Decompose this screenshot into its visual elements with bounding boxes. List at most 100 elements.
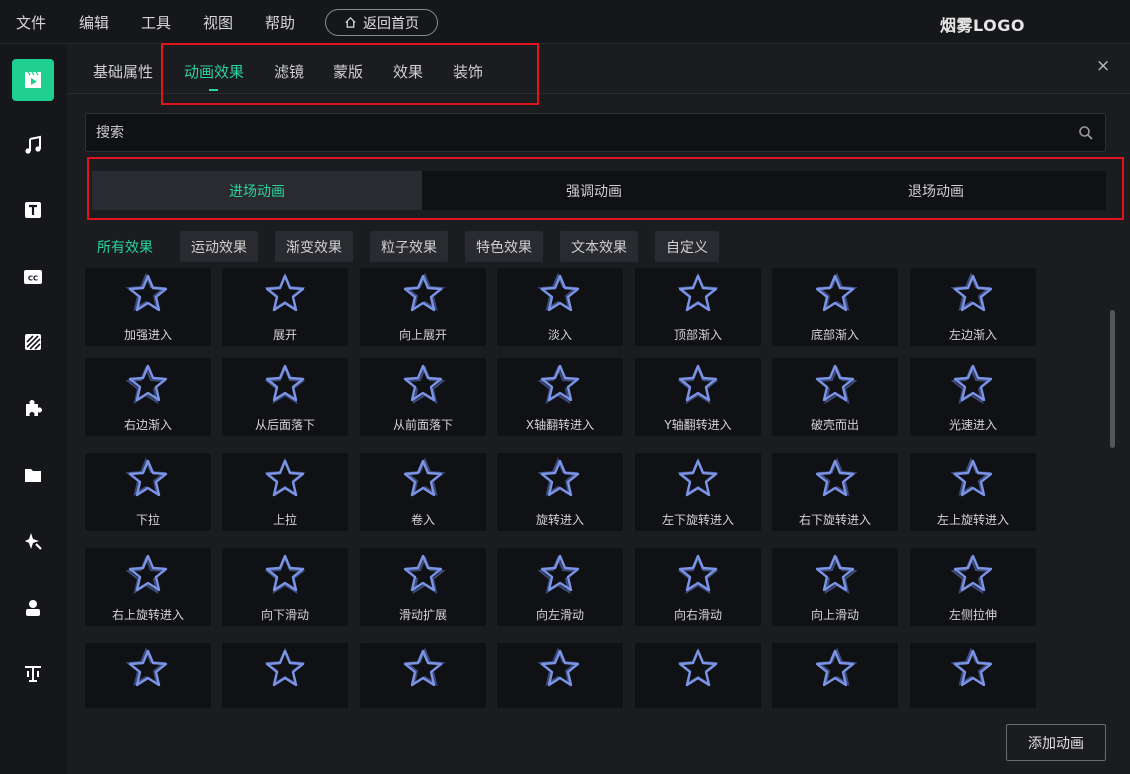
- animation-card[interactable]: 光速进入: [910, 358, 1036, 436]
- animation-card[interactable]: 向左滑动: [497, 548, 623, 626]
- sidebar-item-effects[interactable]: [12, 520, 54, 562]
- star-icon: [125, 457, 168, 497]
- animation-card[interactable]: 从前面落下: [360, 358, 486, 436]
- filter-all[interactable]: 所有效果: [97, 231, 164, 262]
- animation-card[interactable]: 淡入: [497, 268, 623, 346]
- animation-card-label: 左下旋转进入: [661, 513, 734, 527]
- sidebar-item-avatar[interactable]: [12, 587, 54, 629]
- caption-icon: CC: [24, 270, 42, 284]
- sidebar: CC: [0, 44, 67, 774]
- segment-enter[interactable]: 进场动画: [92, 171, 422, 210]
- menu-file[interactable]: 文件: [16, 12, 46, 33]
- home-button[interactable]: 返回首页: [325, 9, 438, 36]
- animation-card[interactable]: 向右滑动: [635, 548, 761, 626]
- animation-card[interactable]: 向下滑动: [222, 548, 348, 626]
- sidebar-item-text-style[interactable]: [12, 652, 54, 694]
- menu-view[interactable]: 视图: [203, 12, 233, 33]
- animation-card[interactable]: 顶部渐入: [635, 268, 761, 346]
- sidebar-item-text[interactable]: [12, 189, 54, 231]
- filter-motion[interactable]: 运动效果: [180, 231, 258, 262]
- sidebar-item-caption[interactable]: CC: [12, 256, 54, 298]
- animation-card-label: 淡入: [547, 328, 572, 342]
- animation-card[interactable]: [85, 643, 211, 708]
- animation-card[interactable]: 展开: [222, 268, 348, 346]
- tab-animation[interactable]: 动画效果: [184, 61, 244, 82]
- animation-card[interactable]: Y轴翻转进入: [635, 358, 761, 436]
- animation-card-label: 滑动扩展: [398, 608, 447, 622]
- animation-card[interactable]: 左下旋转进入: [635, 453, 761, 531]
- star-icon: [950, 364, 993, 405]
- animation-card[interactable]: [497, 643, 623, 708]
- animation-card-label: 旋转进入: [535, 513, 584, 527]
- animation-card[interactable]: 旋转进入: [497, 453, 623, 531]
- folder-icon: [25, 469, 41, 482]
- star-icon: [537, 272, 580, 312]
- animation-card[interactable]: 左侧拉伸: [910, 548, 1036, 626]
- animation-card-label: X轴翻转进入: [525, 418, 595, 432]
- filter-text[interactable]: 文本效果: [560, 231, 638, 262]
- app-logo: 烟雾LOGO: [940, 16, 1025, 35]
- star-icon: [815, 647, 858, 687]
- tab-mask[interactable]: 蒙版: [333, 61, 363, 82]
- menu-bar: 文件 编辑 工具 视图 帮助 返回首页 烟雾LOGO: [0, 0, 1130, 44]
- animation-card[interactable]: [222, 643, 348, 708]
- grid-scrollbar[interactable]: [1110, 310, 1115, 448]
- animation-card-label: 向上滑动: [810, 608, 859, 622]
- segment-emphasis[interactable]: 强调动画: [422, 171, 766, 210]
- menu-edit[interactable]: 编辑: [79, 12, 109, 33]
- add-animation-button[interactable]: 添加动画: [1006, 724, 1106, 761]
- animation-card[interactable]: [360, 643, 486, 708]
- music-icon: [25, 135, 41, 154]
- animation-card[interactable]: 卷入: [360, 453, 486, 531]
- sidebar-item-plugins[interactable]: [12, 387, 54, 429]
- svg-text:CC: CC: [28, 275, 38, 283]
- tab-filter[interactable]: 滤镜: [274, 61, 304, 82]
- animation-card-label: 右边渐入: [123, 418, 172, 432]
- animation-card-label: 右下旋转进入: [798, 513, 871, 527]
- animation-card[interactable]: 破壳而出: [772, 358, 898, 436]
- animation-card[interactable]: 加强进入: [85, 268, 211, 346]
- sidebar-item-music[interactable]: [12, 124, 54, 166]
- search-box: [85, 113, 1106, 152]
- close-icon[interactable]: ×: [1096, 58, 1110, 75]
- star-icon: [815, 272, 858, 312]
- animation-grid: 加强进入 展开 向上展开 淡入 顶部渐入 底部渐入 左边渐入右边渐入 从后面落下 从前面落下 X轴…: [85, 268, 1045, 708]
- star-icon: [264, 364, 306, 405]
- animation-card[interactable]: 向上展开: [360, 268, 486, 346]
- animation-card[interactable]: 向上滑动: [772, 548, 898, 626]
- animation-card-label: 顶部渐入: [673, 328, 722, 342]
- filter-gradient[interactable]: 渐变效果: [275, 231, 353, 262]
- animation-card[interactable]: [635, 643, 761, 708]
- animation-card[interactable]: 左上旋转进入: [910, 453, 1036, 531]
- animation-card[interactable]: 下拉: [85, 453, 211, 531]
- search-input[interactable]: [86, 114, 1066, 151]
- animation-card[interactable]: 上拉: [222, 453, 348, 531]
- animation-card[interactable]: [910, 643, 1036, 708]
- animation-card[interactable]: 右边渐入: [85, 358, 211, 436]
- menu-tools[interactable]: 工具: [141, 12, 171, 33]
- menu-help[interactable]: 帮助: [265, 12, 295, 33]
- sidebar-item-media[interactable]: [12, 59, 54, 101]
- search-icon[interactable]: [1078, 125, 1094, 141]
- tab-decoration[interactable]: 装饰: [453, 61, 483, 82]
- filter-particle[interactable]: 粒子效果: [370, 231, 448, 262]
- animation-card[interactable]: X轴翻转进入: [497, 358, 623, 436]
- sidebar-item-filter[interactable]: [12, 321, 54, 363]
- animation-card[interactable]: 滑动扩展: [360, 548, 486, 626]
- animation-card[interactable]: [772, 643, 898, 708]
- sidebar-item-files[interactable]: [12, 454, 54, 496]
- segment-exit[interactable]: 退场动画: [766, 171, 1106, 210]
- animation-card[interactable]: 左边渐入: [910, 268, 1036, 346]
- animation-card[interactable]: 从后面落下: [222, 358, 348, 436]
- filter-special[interactable]: 特色效果: [465, 231, 543, 262]
- animation-card-label: 左侧拉伸: [948, 608, 997, 622]
- animation-card-label: 左上旋转进入: [936, 513, 1009, 527]
- tab-effects[interactable]: 效果: [393, 61, 423, 82]
- filter-custom[interactable]: 自定义: [655, 231, 719, 262]
- animation-card[interactable]: 右下旋转进入: [772, 453, 898, 531]
- animation-card-label: 底部渐入: [810, 328, 859, 342]
- animation-card-label: 卷入: [410, 513, 435, 527]
- tab-basic[interactable]: 基础属性: [93, 61, 153, 82]
- animation-card[interactable]: 右上旋转进入: [85, 548, 211, 626]
- animation-card[interactable]: 底部渐入: [772, 268, 898, 346]
